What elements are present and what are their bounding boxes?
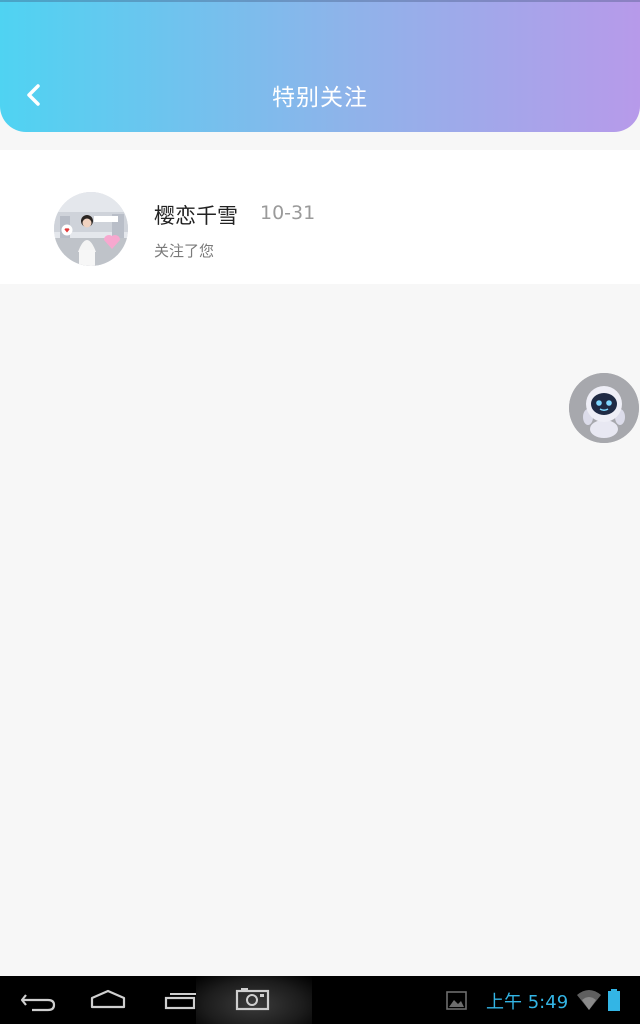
list-item[interactable]: 樱恋千雪 10-31 关注了您 [0,150,640,284]
notification-list: 樱恋千雪 10-31 关注了您 [0,150,640,284]
robot-assistant-icon [569,373,639,443]
avatar[interactable] [54,192,128,266]
screenshot-button[interactable] [196,976,312,1024]
user-name: 樱恋千雪 [154,204,238,228]
nav-home-button[interactable] [86,976,130,1024]
page-title: 特别关注 [272,85,368,111]
battery-icon [608,989,620,1011]
back-icon [20,994,56,1012]
nav-back-button[interactable] [14,976,64,1024]
home-icon [90,989,126,1009]
system-navigation-bar: 上午 5:49 [0,976,640,1024]
special-follow-screen: 特别关注 樱恋千雪 10-31 关注了您 上午 5:49 [0,0,640,1024]
header-bar: 特别关注 [0,0,640,132]
battery-status [605,976,623,1024]
item-description: 关注了您 [154,242,215,260]
robot-assistant-button[interactable] [569,373,639,443]
status-strip [0,0,640,2]
clock: 上午 5:49 [486,992,569,1013]
gallery-icon [446,991,467,1010]
gallery-notification[interactable] [444,976,470,1024]
screenshot-camera-icon [235,988,270,1011]
wifi-icon [577,990,601,1010]
item-date: 10-31 [260,202,316,224]
wifi-status [574,976,604,1024]
user-avatar-image [54,192,128,266]
